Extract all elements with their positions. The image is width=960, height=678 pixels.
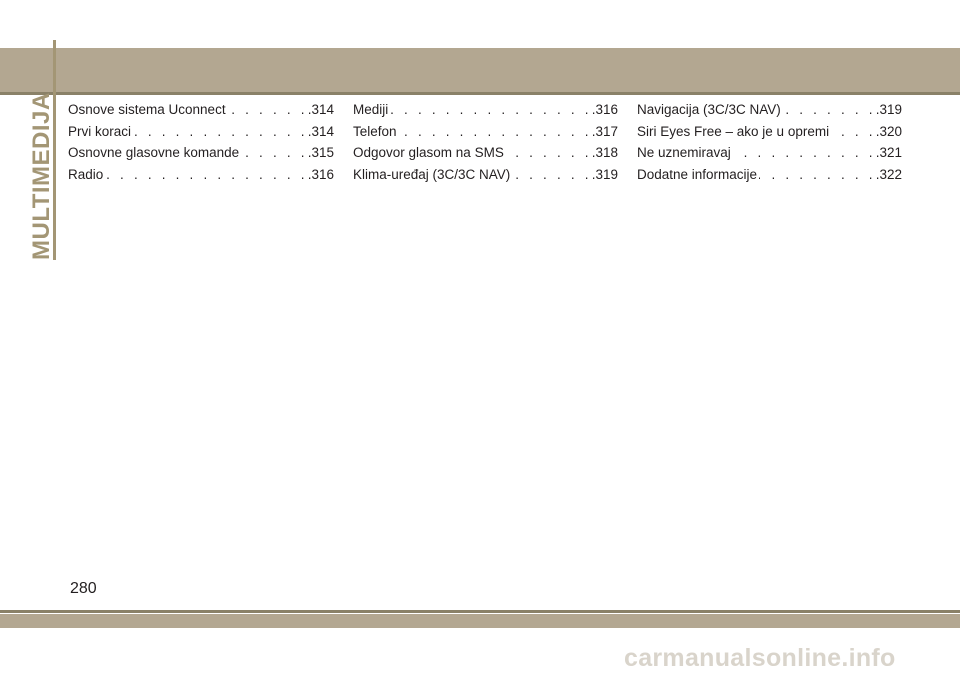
toc-entry-page: .314 [307, 102, 334, 117]
toc-entry-page: .317 [591, 123, 618, 139]
toc-leader-dots: . . . . . . . . . . . . . . . . . . . . … [831, 123, 876, 139]
toc-leader-dots: . . . . . . . . . . . . . . . . . . . . … [133, 123, 308, 139]
page-number: 280 [70, 580, 97, 597]
toc-entry-title: Ne uznemiravaj [637, 145, 731, 160]
toc-entry-title: Navigacija (3C/3C NAV) [637, 102, 781, 117]
toc-entry-page: .315 [307, 145, 334, 160]
toc-entry[interactable]: Dodatne informacije . . . . . . . . . . … [637, 164, 902, 186]
header-band [0, 48, 960, 92]
toc-entry-page: .320 [875, 123, 902, 139]
toc-entry[interactable]: Navigacija (3C/3C NAV) . . . . . . . . .… [637, 99, 902, 121]
toc-entry-title: Prvi koraci [68, 123, 132, 139]
toc-entry[interactable]: Odgovor glasom na SMS . . . . . . . . . … [353, 142, 618, 164]
toc-column-2: Mediji . . . . . . . . . . . . . . . . .… [353, 99, 618, 185]
footer-band [0, 614, 960, 628]
toc-entry-page: .322 [875, 166, 902, 182]
toc-entry-title: Osnovne glasovne komande [68, 145, 240, 160]
toc-entry-title: Odgovor glasom na SMS [353, 145, 504, 160]
toc-leader-dots: . . . . . . . . . . . . . . . . . . . . … [759, 166, 876, 182]
toc-leader-dots: . . . . . . . . . . . . . . . . . . . . … [512, 166, 592, 182]
toc-entry[interactable]: Ne uznemiravaj . . . . . . . . . . . . .… [637, 142, 902, 164]
toc-entry-title: Klima-uređaj (3C/3C NAV) [353, 166, 511, 182]
header-rule [0, 92, 960, 95]
toc-leader-dots: . . . . . . . . . . . . . . . . . . . . … [228, 102, 308, 117]
toc-entry-page: .319 [875, 102, 902, 117]
toc-entry-page: .314 [307, 123, 334, 139]
toc-entry-title: Siri Eyes Free – ako je u opremi [637, 123, 830, 139]
toc-entry-page: .316 [591, 102, 618, 117]
toc-entry[interactable]: Telefon . . . . . . . . . . . . . . . . … [353, 121, 618, 143]
toc-leader-dots: . . . . . . . . . . . . . . . . . . . . … [506, 145, 592, 160]
section-side-title: MULTIMEDIJA [28, 40, 56, 260]
toc-entry-page: .316 [307, 166, 334, 182]
watermark-text: carmanualsonline.info [624, 644, 896, 672]
toc-leader-dots: . . . . . . . . . . . . . . . . . . . . … [733, 145, 876, 160]
footer-rule [0, 610, 960, 613]
toc-leader-dots: . . . . . . . . . . . . . . . . . . . . … [783, 102, 876, 117]
toc-entry-title: Osnove sistema Uconnect [68, 102, 226, 117]
toc-entry[interactable]: Klima-uređaj (3C/3C NAV) . . . . . . . .… [353, 164, 618, 186]
toc-entry[interactable]: Prvi koraci . . . . . . . . . . . . . . … [68, 121, 334, 143]
toc-entry[interactable]: Osnove sistema Uconnect . . . . . . . . … [68, 99, 334, 121]
toc-entry-title: Mediji [353, 102, 389, 117]
toc-entry-title: Dodatne informacije [637, 166, 758, 182]
toc-column-3: Navigacija (3C/3C NAV) . . . . . . . . .… [637, 99, 902, 185]
toc-column-1: Osnove sistema Uconnect . . . . . . . . … [68, 99, 334, 185]
toc-entry-page: .321 [875, 145, 902, 160]
toc-entry[interactable]: Mediji . . . . . . . . . . . . . . . . .… [353, 99, 618, 121]
toc-entry-title: Telefon [353, 123, 397, 139]
toc-leader-dots: . . . . . . . . . . . . . . . . . . . . … [399, 123, 592, 139]
toc-entry[interactable]: Osnovne glasovne komande . . . . . . . .… [68, 142, 334, 164]
toc-entry-page: .318 [591, 145, 618, 160]
toc-entry-page: .319 [591, 166, 618, 182]
toc-leader-dots: . . . . . . . . . . . . . . . . . . . . … [390, 102, 592, 117]
toc-entry-title: Radio [68, 166, 104, 182]
toc-leader-dots: . . . . . . . . . . . . . . . . . . . . … [241, 145, 308, 160]
toc-entry[interactable]: Radio . . . . . . . . . . . . . . . . . … [68, 164, 334, 186]
toc-entry[interactable]: Siri Eyes Free – ako je u opremi . . . .… [637, 121, 902, 143]
toc-leader-dots: . . . . . . . . . . . . . . . . . . . . … [105, 166, 308, 182]
